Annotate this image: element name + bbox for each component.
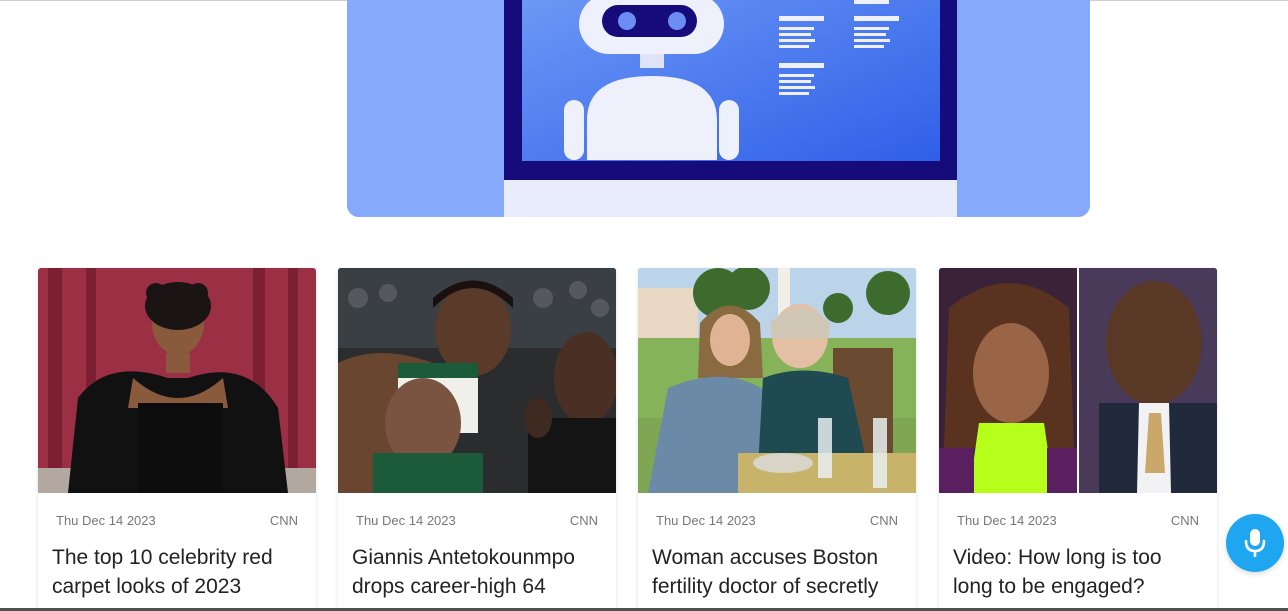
news-card[interactable]: Thu Dec 14 2023 CNN Giannis Antetokounmp… (338, 268, 616, 611)
card-date: Thu Dec 14 2023 (957, 512, 1057, 528)
voice-search-button[interactable] (1226, 514, 1284, 572)
tv-hosts-photo (939, 268, 1217, 493)
news-card[interactable]: Thu Dec 14 2023 CNN Video: How long is t… (939, 268, 1217, 611)
card-source: CNN (569, 512, 598, 528)
card-thumbnail[interactable] (939, 268, 1217, 493)
card-title[interactable]: The top 10 celebrity red carpet looks of… (38, 543, 316, 601)
news-page: Thu Dec 14 2023 CNN The top 10 celebrity… (0, 0, 1288, 611)
card-date: Thu Dec 14 2023 (356, 512, 456, 528)
card-meta: Thu Dec 14 2023 CNN (939, 512, 1217, 528)
basketball-players-photo (338, 268, 616, 493)
card-meta: Thu Dec 14 2023 CNN (638, 512, 916, 528)
card-date: Thu Dec 14 2023 (656, 512, 756, 528)
card-meta: Thu Dec 14 2023 CNN (38, 512, 316, 528)
two-women-photo (638, 268, 916, 493)
card-title[interactable]: Video: How long is too long to be engage… (939, 543, 1217, 601)
card-source: CNN (269, 512, 298, 528)
card-title[interactable]: Giannis Antetokounmpo drops career-high … (338, 543, 616, 601)
red-carpet-photo (38, 268, 316, 493)
card-thumbnail[interactable] (638, 268, 916, 493)
card-title[interactable]: Woman accuses Boston fertility doctor of… (638, 543, 916, 601)
card-date: Thu Dec 14 2023 (56, 512, 156, 528)
card-thumbnail[interactable] (338, 268, 616, 493)
card-meta: Thu Dec 14 2023 CNN (338, 512, 616, 528)
news-card[interactable]: Thu Dec 14 2023 CNN Woman accuses Boston… (638, 268, 916, 611)
news-card[interactable]: Thu Dec 14 2023 CNN The top 10 celebrity… (38, 268, 316, 611)
card-source: CNN (1170, 512, 1199, 528)
hero-banner[interactable] (347, 0, 1090, 217)
microphone-icon (1244, 529, 1266, 557)
card-source: CNN (869, 512, 898, 528)
robot-computer-illustration (347, 0, 1090, 217)
card-thumbnail[interactable] (38, 268, 316, 493)
